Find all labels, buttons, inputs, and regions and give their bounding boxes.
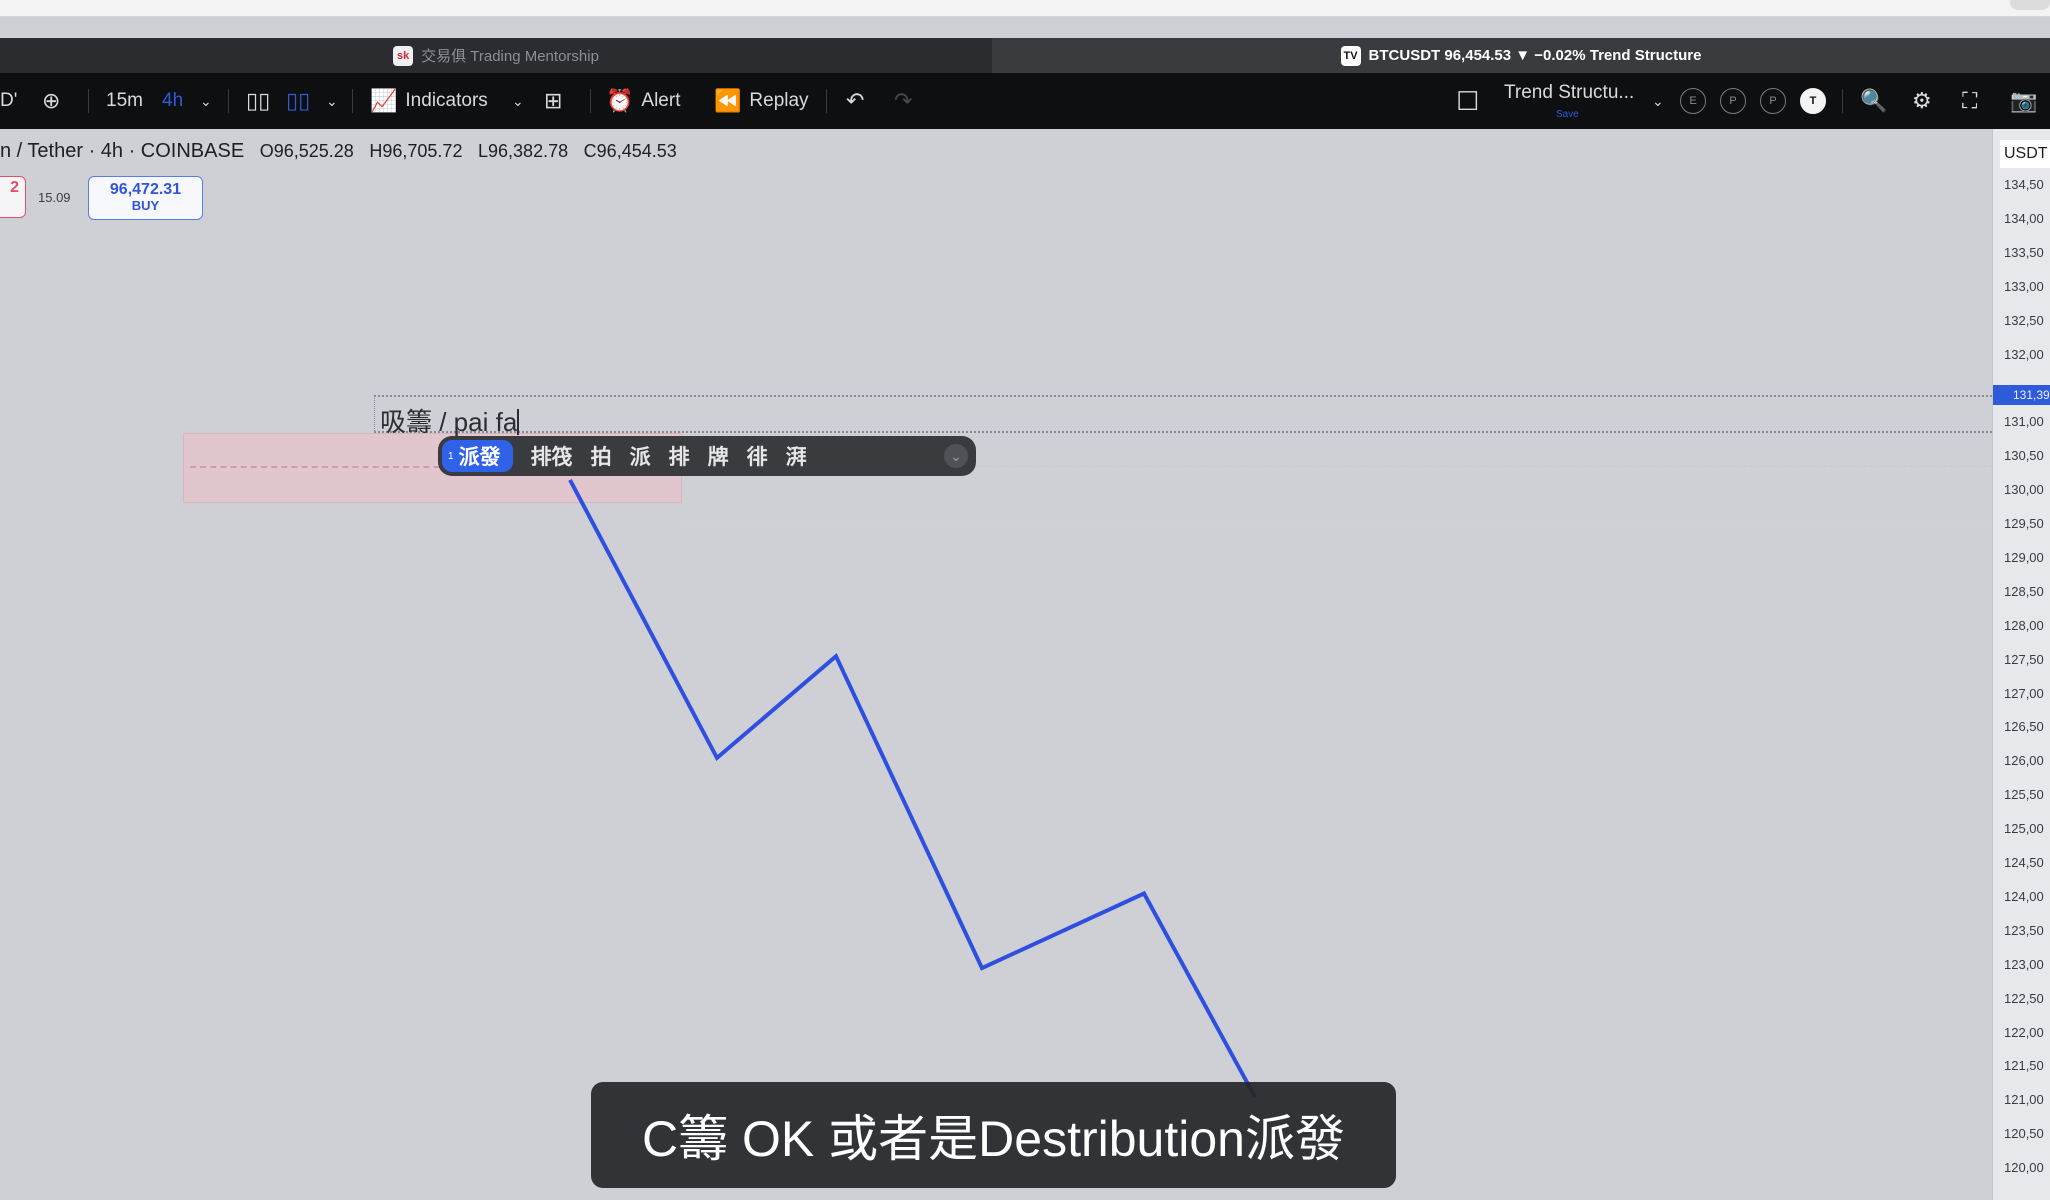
price-tick-label: 124,00 (2004, 888, 2044, 904)
price-tick-label: 134,00 (2004, 210, 2044, 226)
ime-candidate[interactable]: 排 (669, 441, 690, 471)
price-tick-label: 130,00 (2004, 482, 2044, 498)
price-tick-label: 122,00 (2004, 1024, 2044, 1040)
price-tick-label: 132,00 (2004, 346, 2044, 362)
price-tick-label: 126,50 (2004, 719, 2044, 735)
price-tick-label: 129,50 (2004, 516, 2044, 531)
price-tick-label: 134,50 (2004, 177, 2044, 192)
candidate-text: 派發 (458, 446, 501, 469)
price-tick-label: 121,50 (2004, 1058, 2044, 1074)
ime-candidate[interactable]: 排筏 (531, 441, 573, 471)
ime-candidate-selected[interactable]: 1 派發 (442, 440, 513, 472)
price-tick-label: 123,00 (2004, 956, 2044, 972)
price-tick-label: 125,00 (2004, 821, 2044, 837)
price-tick-label: 130,50 (2004, 448, 2044, 464)
price-tick-label: 121,00 (2004, 1092, 2044, 1108)
price-tick-label: 133,00 (2004, 278, 2044, 294)
price-tick-label: 125,50 (2004, 787, 2044, 803)
price-tick-label: 124,50 (2004, 855, 2044, 870)
chevron-down-icon[interactable]: ⌄ (944, 444, 968, 468)
ime-candidate[interactable]: 牌 (708, 441, 729, 471)
price-tick-label: 131,00 (2004, 414, 2044, 430)
ime-candidate[interactable]: 湃 (786, 441, 807, 471)
ime-candidate[interactable]: 徘 (747, 441, 768, 471)
price-tick-label: 127,00 (2004, 685, 2044, 701)
ime-candidate[interactable]: 派 (630, 441, 651, 471)
price-tick-label: 120,50 (2004, 1126, 2044, 1142)
trend-polyline[interactable] (568, 478, 1257, 1098)
price-tick-label: 120,00 (2004, 1160, 2044, 1176)
chart-drawing-layer (568, 478, 1257, 1098)
price-tick-label: 126,00 (2004, 753, 2044, 769)
price-tick-label: 123,50 (2004, 922, 2044, 938)
price-tick-label: 128,00 (2004, 617, 2044, 633)
video-subtitle: C籌 OK 或者是Destribution派發 (591, 1082, 1396, 1188)
price-tick-label: 127,50 (2004, 651, 2044, 667)
price-tick-label: 133,50 (2004, 244, 2044, 260)
current-price-tag: 131,39 (1993, 385, 2050, 405)
price-tick-label: 128,50 (2004, 583, 2044, 599)
ime-candidate-bar: 1 派發 排筏 拍 派 排 牌 徘 湃 ⌄ (438, 436, 976, 476)
price-tick-label: 129,00 (2004, 549, 2044, 565)
price-tick-label: 122,50 (2004, 990, 2044, 1006)
price-tick-label: 132,50 (2004, 312, 2044, 328)
candidate-index: 1 (448, 450, 454, 462)
ime-candidate[interactable]: 拍 (591, 441, 612, 471)
axis-currency-label[interactable]: USDT (2000, 140, 2050, 168)
